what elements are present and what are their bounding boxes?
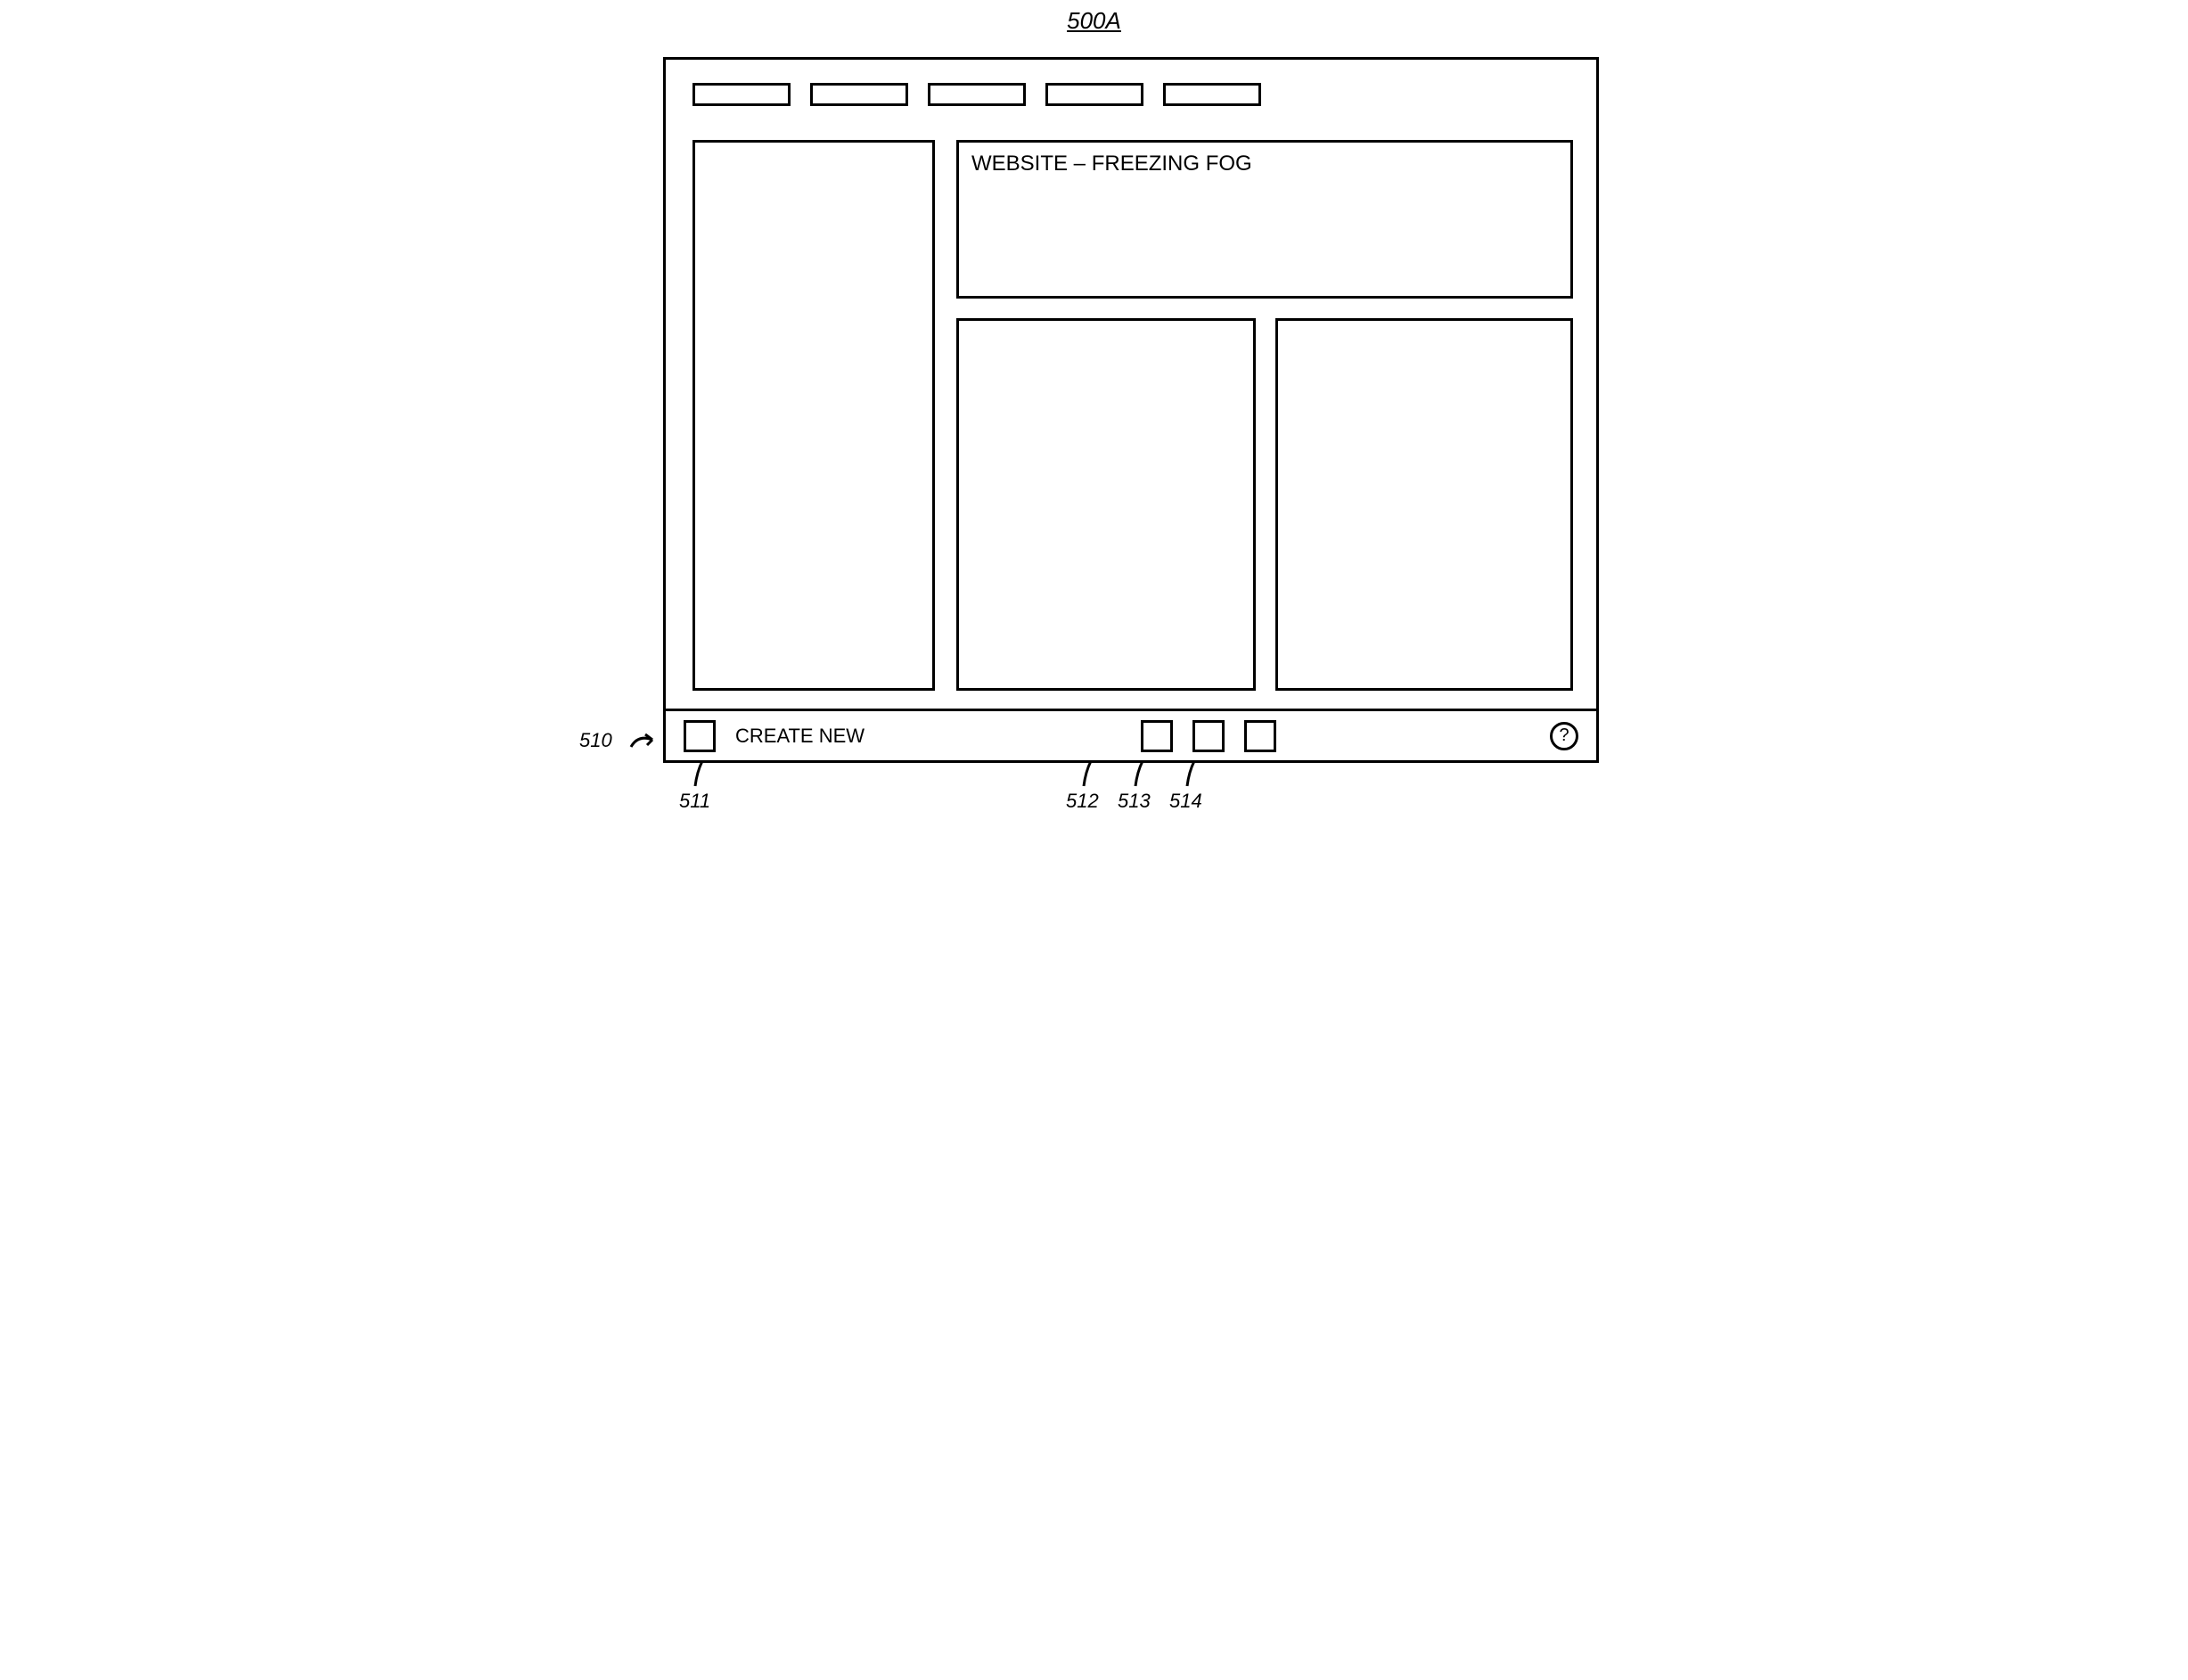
callout-513: 513	[1118, 790, 1151, 813]
toolbar-button-1[interactable]	[1141, 720, 1173, 752]
header-title: WEBSITE – FREEZING FOG	[971, 152, 1252, 176]
help-button[interactable]: ?	[1550, 722, 1578, 750]
tab-5[interactable]	[1163, 83, 1261, 106]
help-icon: ?	[1559, 725, 1569, 746]
left-panel	[692, 140, 935, 691]
app-window: WEBSITE – FREEZING FOG CREATE NEW ?	[663, 57, 1599, 763]
bottom-toolbar: CREATE NEW ?	[666, 709, 1596, 760]
callout-512: 512	[1066, 790, 1099, 813]
tab-1[interactable]	[692, 83, 791, 106]
tab-3[interactable]	[928, 83, 1026, 106]
toolbar-button-3[interactable]	[1244, 720, 1276, 752]
callout-510-arrow	[629, 731, 661, 750]
content-panel-b	[1275, 318, 1573, 691]
leadline-511	[690, 759, 715, 791]
leadline-513	[1130, 759, 1155, 791]
tab-4[interactable]	[1045, 83, 1143, 106]
callout-514: 514	[1169, 790, 1202, 813]
content-panel-a	[956, 318, 1256, 691]
leadline-514	[1182, 759, 1207, 791]
header-panel: WEBSITE – FREEZING FOG	[956, 140, 1573, 299]
create-new-button[interactable]	[684, 720, 716, 752]
create-new-label: CREATE NEW	[735, 725, 865, 748]
tab-strip	[692, 83, 1261, 106]
callout-510: 510	[579, 729, 612, 752]
figure-label: 500A	[547, 7, 1641, 35]
toolbar-button-2[interactable]	[1192, 720, 1225, 752]
callout-511: 511	[679, 790, 710, 813]
leadline-512	[1078, 759, 1103, 791]
window-body: WEBSITE – FREEZING FOG	[666, 60, 1596, 712]
tab-2[interactable]	[810, 83, 908, 106]
